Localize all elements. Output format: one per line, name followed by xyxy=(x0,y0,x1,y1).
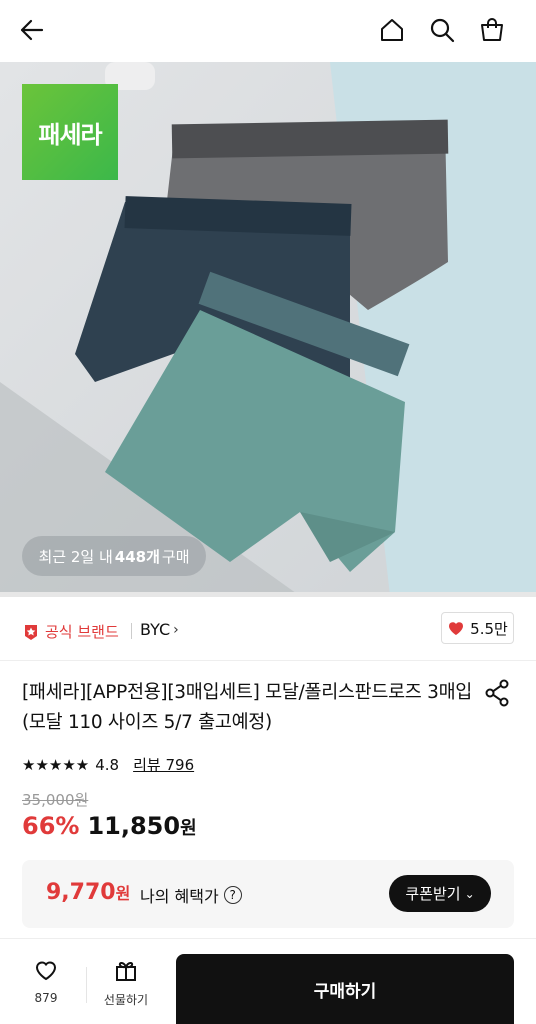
benefit-label: 나의 혜택가 ? xyxy=(140,883,242,907)
price-row: 66% 11,850 원 xyxy=(22,812,197,840)
share-button[interactable] xyxy=(482,678,512,708)
heart-icon xyxy=(449,622,464,635)
official-brand-label: 공식 브랜드 xyxy=(45,623,119,641)
benefit-price: 9,770원 xyxy=(46,880,131,905)
share-icon xyxy=(485,679,509,707)
brand-row: 공식 브랜드 BYC › 5.5만 xyxy=(0,597,536,661)
benefit-price-box: 9,770원 나의 혜택가 ? 쿠폰받기 ⌄ xyxy=(22,860,514,928)
original-price: 35,000원 xyxy=(22,791,89,809)
like-count: 5.5만 xyxy=(470,619,508,638)
arrow-left-icon xyxy=(20,19,44,41)
home-icon xyxy=(381,19,403,41)
search-icon xyxy=(430,18,455,43)
review-link[interactable]: 리뷰 796 xyxy=(133,754,194,775)
official-brand-badge: 공식 브랜드 xyxy=(22,621,119,642)
discount-rate: 66% xyxy=(22,812,80,840)
heart-outline-icon xyxy=(35,961,57,981)
get-coupon-button[interactable]: 쿠폰받기 ⌄ xyxy=(389,875,491,912)
cart-button[interactable] xyxy=(472,10,512,50)
rating-row: ★★★★★ 4.8 리뷰 796 xyxy=(22,754,194,775)
gift-icon xyxy=(116,961,136,981)
top-bar xyxy=(0,0,536,62)
gift-label: 선물하기 xyxy=(103,993,149,1007)
product-image-carousel[interactable]: 패세라 최근 2일 내 448개 구매 xyxy=(0,62,536,596)
official-star-icon xyxy=(25,624,37,640)
chevron-down-icon: ⌄ xyxy=(464,886,475,901)
like-button[interactable]: 5.5만 xyxy=(441,612,514,644)
price-unit: 원 xyxy=(180,818,197,839)
rating-value: 4.8 xyxy=(95,755,120,774)
gift-button[interactable]: 선물하기 xyxy=(96,957,156,1017)
brand-name: BYC xyxy=(140,620,171,639)
back-button[interactable] xyxy=(12,10,52,50)
star-rating-icon: ★★★★★ xyxy=(22,755,90,774)
chevron-right-icon: › xyxy=(173,621,179,638)
divider xyxy=(86,967,87,1003)
shopping-bag-icon xyxy=(481,18,503,41)
sale-price: 11,850 xyxy=(87,812,181,840)
wishlist-count: 879 xyxy=(34,991,58,1005)
brand-logo: 패세라 xyxy=(22,84,118,180)
search-button[interactable] xyxy=(422,10,462,50)
home-button[interactable] xyxy=(372,10,412,50)
wishlist-button[interactable]: 879 xyxy=(18,957,74,1017)
product-title: [패세라][APP전용][3매입세트] 모달/폴리스판드로즈 3매입 (모달 1… xyxy=(22,682,473,733)
bottom-action-bar: 879 선물하기 구매하기 xyxy=(0,938,536,1024)
brand-link[interactable]: BYC › xyxy=(140,620,179,639)
question-circle-icon[interactable]: ? xyxy=(223,886,242,904)
divider xyxy=(131,623,132,639)
recent-purchase-badge: 최근 2일 내 448개 구매 xyxy=(22,536,206,576)
buy-button[interactable]: 구매하기 xyxy=(176,954,514,1024)
